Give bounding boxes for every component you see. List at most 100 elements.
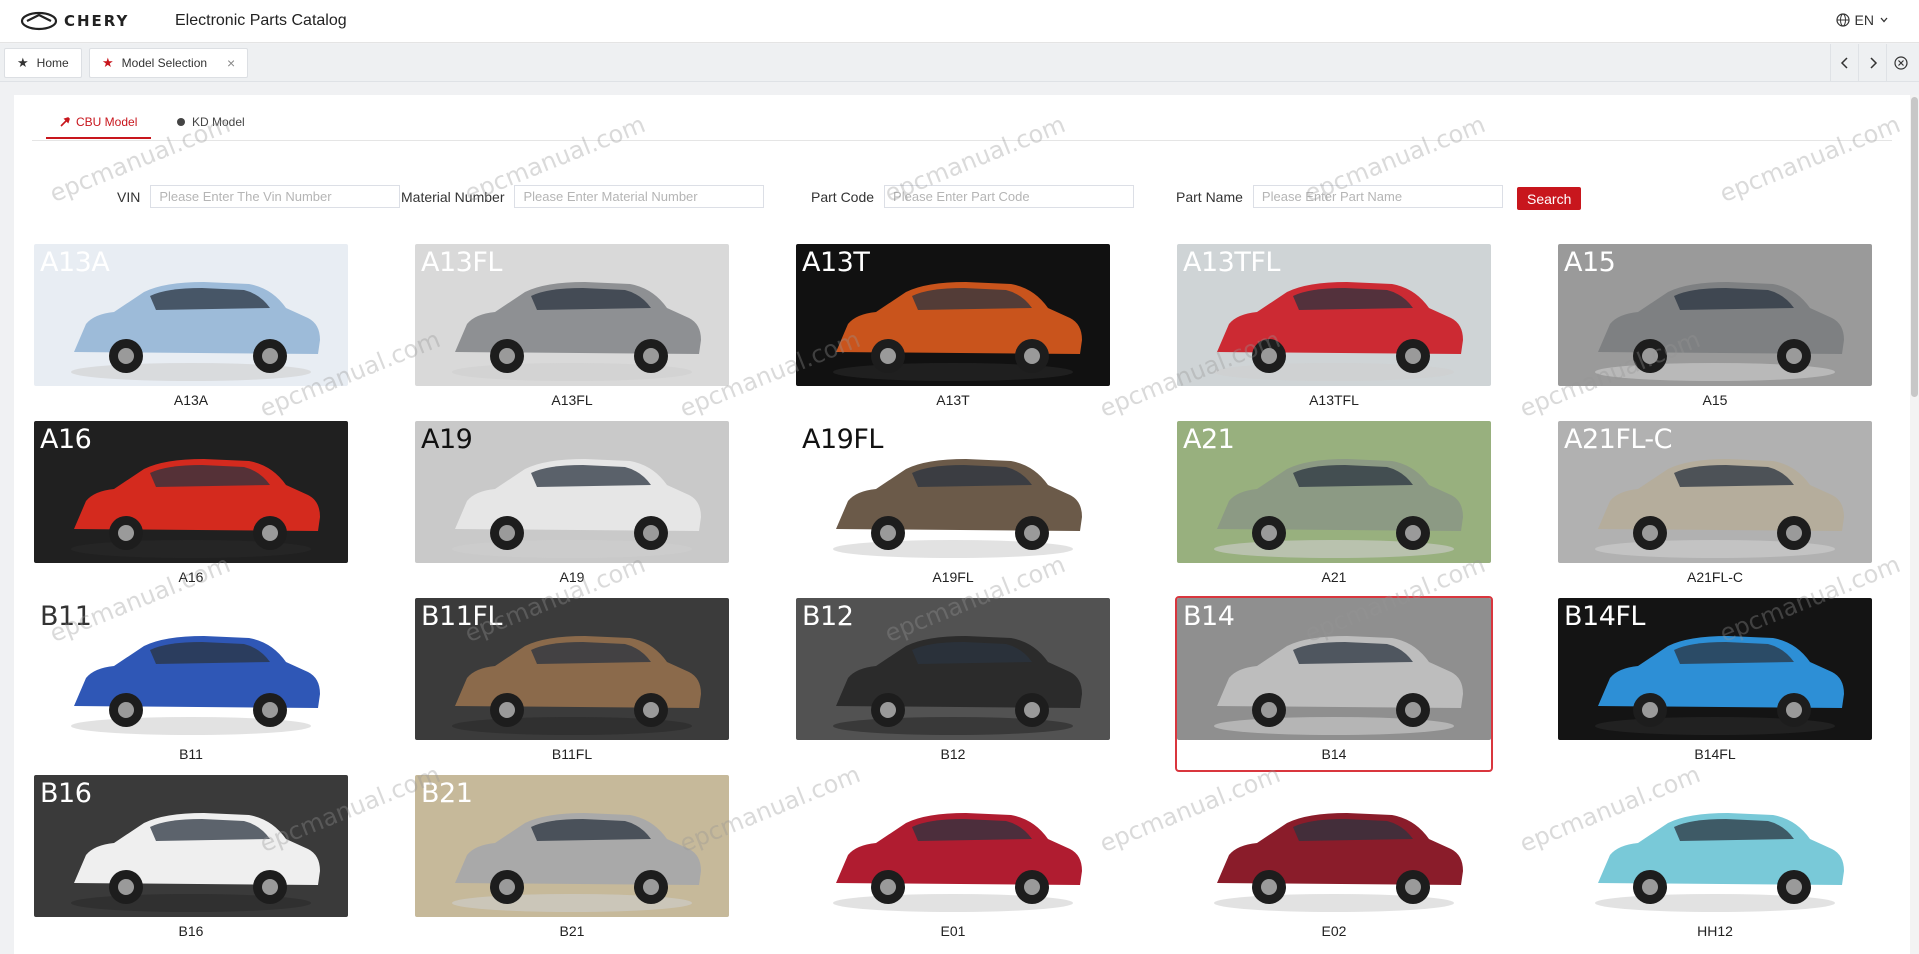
model-card[interactable]: A19 A19 [413, 419, 731, 595]
model-card[interactable]: A19FL A19FL [794, 419, 1112, 595]
star-icon: ★ [102, 55, 114, 70]
chery-logo[interactable]: CHERY [20, 10, 129, 32]
model-label: A13TFL [1309, 392, 1359, 408]
dot-icon [177, 118, 185, 126]
car-image [796, 775, 1110, 917]
model-code-overlay: B16 [40, 778, 92, 809]
model-label: A13A [173, 392, 209, 408]
model-code-overlay: A13T [802, 247, 870, 278]
part-name-input[interactable] [1252, 185, 1503, 208]
model-card[interactable]: B16 B16 [32, 773, 350, 949]
chevron-down-icon [1880, 17, 1888, 23]
model-label: B12 [940, 746, 966, 762]
search-button[interactable]: Search [1517, 187, 1582, 210]
car-image: B21 [415, 775, 729, 917]
model-card[interactable]: HH12 [1556, 773, 1874, 949]
model-card[interactable]: A13T A13T [794, 242, 1112, 418]
scrollbar-thumb[interactable] [1911, 97, 1918, 397]
model-card[interactable]: B12 B12 [794, 596, 1112, 772]
model-label: B11FL [551, 746, 593, 762]
part-code-input[interactable] [884, 185, 1135, 208]
car-image: A21FL-C [1558, 421, 1872, 563]
car-image: B16 [34, 775, 348, 917]
search-bar: VIN Material Number Part Code Part Name … [14, 185, 1910, 211]
material-number-input[interactable] [514, 185, 765, 208]
close-all-tabs-button[interactable] [1886, 44, 1914, 82]
car-image: B12 [796, 598, 1110, 740]
model-card[interactable]: B14 B14 [1175, 596, 1493, 772]
tab-scroll-left-button[interactable] [1830, 44, 1858, 82]
model-label: A19FL [932, 569, 974, 585]
chevron-right-icon [1869, 57, 1877, 69]
part-code-label: Part Code [811, 188, 875, 205]
app-title: Electronic Parts Catalog [175, 12, 347, 29]
close-icon[interactable]: × [227, 55, 235, 71]
model-label: B16 [178, 923, 204, 939]
tab-cbu-model[interactable]: CBU Model [46, 115, 152, 139]
model-label: HH12 [1697, 923, 1733, 939]
circle-close-icon [1893, 56, 1908, 70]
model-code-overlay: A16 [40, 424, 92, 455]
model-card[interactable]: A13FL A13FL [413, 242, 731, 418]
model-card[interactable]: A13TFL A13TFL [1175, 242, 1493, 418]
model-code-overlay: B21 [421, 778, 473, 809]
page-scrollbar[interactable] [1910, 95, 1919, 954]
tab-label: Home [36, 56, 69, 70]
model-label: A16 [178, 569, 204, 585]
vin-label: VIN [117, 188, 141, 205]
model-code-overlay: B11FL [421, 601, 502, 632]
model-card[interactable]: B14FL B14FL [1556, 596, 1874, 772]
model-card[interactable]: E02 [1175, 773, 1493, 949]
model-code-overlay: A13TFL [1183, 247, 1280, 278]
chevron-left-icon [1840, 57, 1848, 69]
model-label: E02 [1321, 923, 1347, 939]
model-card[interactable]: A16 A16 [32, 419, 350, 595]
globe-icon [1835, 13, 1850, 27]
car-image: A13FL [415, 244, 729, 386]
model-card[interactable]: E01 [794, 773, 1112, 949]
model-code-overlay: A21 [1183, 424, 1235, 455]
vin-field: VIN [117, 185, 401, 208]
model-card[interactable]: A21FL-C A21FL-C [1556, 419, 1874, 595]
tab-scroll-right-button[interactable] [1858, 44, 1886, 82]
model-label: A19 [559, 569, 585, 585]
model-label: B14 [1321, 746, 1347, 762]
model-card[interactable]: A15 A15 [1556, 242, 1874, 418]
star-icon: ★ [17, 55, 29, 70]
tab-home[interactable]: ★ Home [4, 48, 82, 78]
tab-label: Model Selection [121, 56, 208, 70]
model-label: A21 [1321, 569, 1347, 585]
part-code-field: Part Code [811, 185, 1135, 208]
model-code-overlay: A21FL-C [1564, 424, 1673, 455]
model-label: E01 [940, 923, 966, 939]
model-label: B21 [559, 923, 585, 939]
model-card[interactable]: B21 B21 [413, 773, 731, 949]
car-image: B11FL [415, 598, 729, 740]
main-panel: CBU Model KD Model VIN Material Number P… [14, 95, 1910, 954]
part-name-label: Part Name [1176, 188, 1243, 205]
model-card[interactable]: B11FL B11FL [413, 596, 731, 772]
model-code-overlay: B12 [802, 601, 854, 632]
model-code-overlay: A19FL [802, 424, 883, 455]
vin-input[interactable] [150, 185, 401, 208]
model-card[interactable]: A13A A13A [32, 242, 350, 418]
tab-model-selection[interactable]: ★ Model Selection × [89, 48, 249, 78]
model-code-overlay: B14 [1183, 601, 1235, 632]
model-label: A13T [936, 392, 970, 408]
car-image: A21 [1177, 421, 1491, 563]
model-type-tabs: CBU Model KD Model [32, 109, 1892, 141]
model-card[interactable]: A21 A21 [1175, 419, 1493, 595]
car-image: A13TFL [1177, 244, 1491, 386]
language-selector[interactable]: EN [1835, 12, 1889, 28]
model-label: B14FL [1694, 746, 1736, 762]
tab-label: CBU Model [76, 115, 138, 129]
top-bar: CHERY Electronic Parts Catalog EN [0, 0, 1919, 43]
tab-label: KD Model [192, 115, 245, 129]
model-card[interactable]: B11 B11 [32, 596, 350, 772]
part-name-field: Part Name [1176, 185, 1503, 208]
tab-kd-model[interactable]: KD Model [162, 115, 259, 137]
car-image: B11 [34, 598, 348, 740]
car-image: A19 [415, 421, 729, 563]
model-code-overlay: A13A [40, 247, 110, 278]
page-tab-bar: ★ Home ★ Model Selection × [0, 44, 1919, 82]
